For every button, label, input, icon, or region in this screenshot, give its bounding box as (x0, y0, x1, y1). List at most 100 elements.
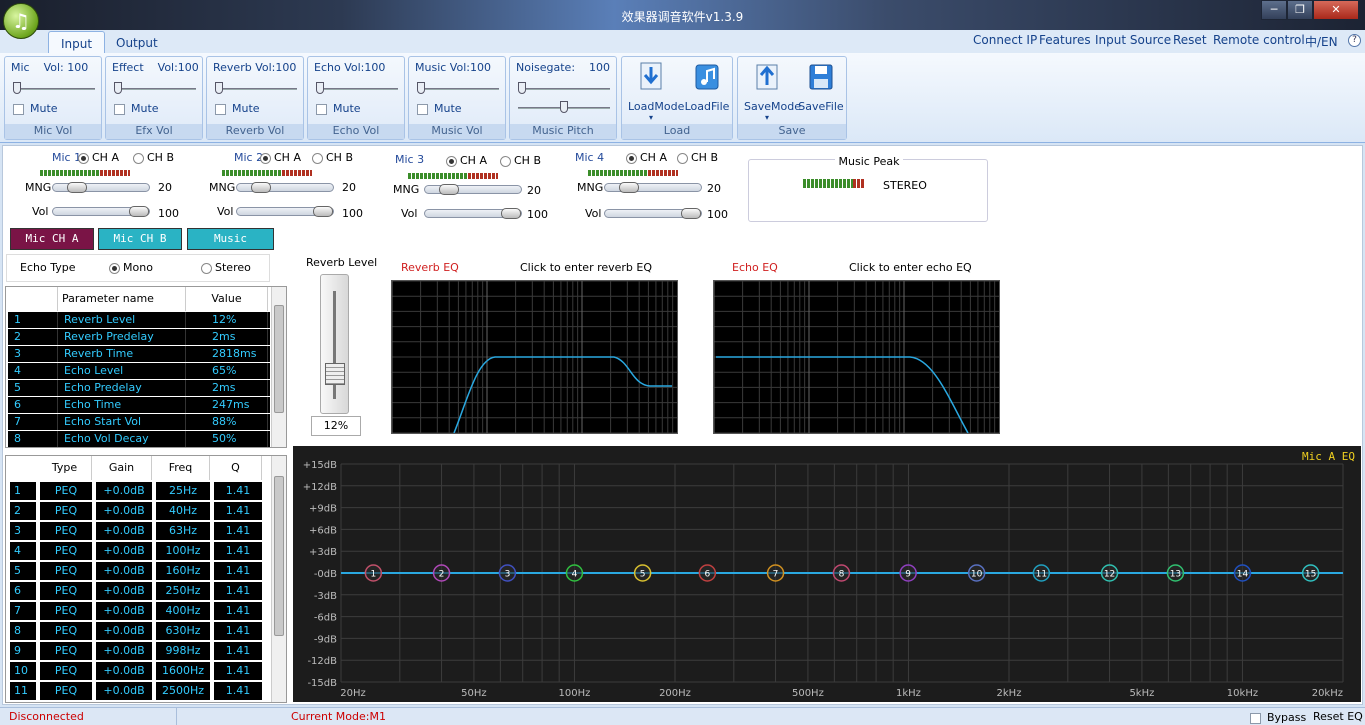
eq-band-handle[interactable]: 8 (832, 564, 851, 582)
mic1-vol-slider[interactable] (52, 206, 150, 217)
mic3-cha-radio[interactable]: CH A (446, 154, 487, 167)
eq-band-number: 15 (1305, 570, 1316, 580)
load-file-button[interactable]: LoadFile (684, 61, 730, 113)
music-mute-checkbox[interactable]: Mute (417, 102, 462, 115)
mic4-vol-slider[interactable] (604, 208, 702, 219)
eq-band-handle[interactable]: 6 (698, 564, 717, 582)
efx-mute-checkbox[interactable]: Mute (114, 102, 159, 115)
reset-link[interactable]: Reset (1173, 33, 1207, 47)
input-source-link[interactable]: Input Source (1095, 33, 1171, 47)
eq-band-handle[interactable]: 14 (1233, 564, 1252, 582)
reset-eq-button[interactable]: Reset EQ (1313, 710, 1363, 723)
param-row[interactable]: 4 Echo Level 65% (8, 363, 270, 379)
eq-band-handle[interactable]: 1 (364, 564, 383, 582)
eq-band-row[interactable]: 7 PEQ +0.0dB 400Hz 1.41 (8, 602, 264, 620)
param-row[interactable]: 5 Echo Predelay 2ms (8, 380, 270, 396)
mic4-strip: Mic 4 CH A CH B MNG 20 Vol 100 (524, 148, 744, 224)
eq-band-handle[interactable]: 15 (1301, 564, 1320, 582)
param-row[interactable]: 8 Echo Vol Decay 50% (8, 431, 270, 447)
eq-band-row[interactable]: 5 PEQ +0.0dB 160Hz 1.41 (8, 562, 264, 580)
mic2-mng-slider[interactable] (236, 182, 334, 193)
eq-band-type: PEQ (40, 622, 92, 640)
echo-eq-graph[interactable] (713, 280, 1000, 434)
noisegate-slider[interactable] (518, 82, 610, 94)
eq-band-row[interactable]: 11 PEQ +0.0dB 2500Hz 1.41 (8, 682, 264, 700)
eq-band-row[interactable]: 2 PEQ +0.0dB 40Hz 1.41 (8, 502, 264, 520)
eq-band-row[interactable]: 6 PEQ +0.0dB 250Hz 1.41 (8, 582, 264, 600)
minimize-button[interactable]: ─ (1261, 0, 1287, 20)
mic4-chb-radio[interactable]: CH B (677, 151, 718, 164)
echo-mute-checkbox[interactable]: Mute (316, 102, 361, 115)
language-toggle[interactable]: 中/EN (1305, 33, 1338, 50)
reverb-vol-slider[interactable] (215, 82, 297, 94)
eq-band-index: 3 (10, 522, 36, 540)
reverb-eq-graph[interactable] (391, 280, 678, 434)
noisegate-label: Noisegate: 100 (516, 61, 611, 74)
param-row[interactable]: 6 Echo Time 247ms (8, 397, 270, 413)
eq-band-row[interactable]: 4 PEQ +0.0dB 100Hz 1.41 (8, 542, 264, 560)
eq-band-row[interactable]: 8 PEQ +0.0dB 630Hz 1.41 (8, 622, 264, 640)
music-pitch-slider[interactable] (518, 101, 610, 113)
eq-band-handle[interactable]: 4 (565, 564, 584, 582)
mic2-vol-slider[interactable] (236, 206, 334, 217)
mic-ch-a-button[interactable]: Mic CH A (10, 228, 94, 250)
features-link[interactable]: Features (1039, 33, 1091, 47)
mic4-cha-radio[interactable]: CH A (626, 151, 667, 164)
eq-band-row[interactable]: 1 PEQ +0.0dB 25Hz 1.41 (8, 482, 264, 500)
param-index: 1 (8, 312, 58, 328)
echo-vol-slider[interactable] (316, 82, 398, 94)
param-row[interactable]: 1 Reverb Level 12% (8, 312, 270, 328)
eq-band-row[interactable]: 9 PEQ +0.0dB 998Hz 1.41 (8, 642, 264, 660)
eq-band-row[interactable]: 10 PEQ +0.0dB 1600Hz 1.41 (8, 662, 264, 680)
help-icon[interactable]: ? (1348, 34, 1361, 47)
eq-band-handle[interactable]: 10 (967, 564, 986, 582)
remote-control-link[interactable]: Remote control (1213, 33, 1305, 47)
param-row[interactable]: 7 Echo Start Vol 88% (8, 414, 270, 430)
maximize-button[interactable]: ❐ (1287, 0, 1313, 20)
eq-band-handle[interactable]: 11 (1032, 564, 1051, 582)
connect-ip-link[interactable]: Connect IP (973, 33, 1037, 47)
eq-table-scrollbar[interactable] (271, 456, 286, 702)
music-vol-slider[interactable] (417, 82, 499, 94)
eq-band-handle[interactable]: 7 (766, 564, 785, 582)
mic3-vol-slider[interactable] (424, 208, 522, 219)
mic-a-eq-graph[interactable]: +15dB +12dB +9dB +6dB +3dB -0dB -3dB -6dB -9dB -1… (293, 446, 1361, 702)
save-mode-button[interactable]: SaveMode ▾ (744, 61, 801, 122)
eq-band-type: PEQ (40, 482, 92, 500)
efx-vol-slider[interactable] (114, 82, 196, 94)
save-file-button[interactable]: SaveFile (798, 61, 844, 113)
reverb-level-slider[interactable] (320, 274, 349, 414)
eq-band-handle[interactable]: 2 (432, 564, 451, 582)
param-row[interactable]: 2 Reverb Predelay 2ms (8, 329, 270, 345)
mic4-mng-slider[interactable] (604, 182, 702, 193)
music-button[interactable]: Music (187, 228, 274, 250)
mic-ch-b-button[interactable]: Mic CH B (98, 228, 182, 250)
mic1-cha-radio[interactable]: CH A (78, 151, 119, 164)
mic3-mng-slider[interactable] (424, 184, 522, 195)
reverb-eq-hint[interactable]: Click to enter reverb EQ (520, 261, 652, 274)
eq-band-handle[interactable]: 5 (633, 564, 652, 582)
reverb-level-thumb[interactable] (325, 363, 345, 385)
close-button[interactable]: ✕ (1313, 0, 1359, 20)
bypass-checkbox[interactable]: Bypass (1250, 711, 1306, 724)
load-mode-button[interactable]: LoadMode ▾ (628, 61, 684, 122)
echo-stereo-radio[interactable]: Stereo (201, 261, 251, 274)
reverb-mute-checkbox[interactable]: Mute (215, 102, 260, 115)
mic1-chb-radio[interactable]: CH B (133, 151, 174, 164)
eq-band-handle[interactable]: 13 (1166, 564, 1185, 582)
echo-eq-hint[interactable]: Click to enter echo EQ (849, 261, 972, 274)
eq-band-handle[interactable]: 9 (899, 564, 917, 582)
mic-mute-checkbox[interactable]: Mute (13, 102, 58, 115)
tab-output[interactable]: Output (104, 31, 170, 54)
echo-mono-radio[interactable]: Mono (109, 261, 153, 274)
y-tick-label: -3dB (314, 591, 337, 602)
eq-band-handle[interactable]: 12 (1100, 564, 1119, 582)
mic2-cha-radio[interactable]: CH A (260, 151, 301, 164)
param-row[interactable]: 3 Reverb Time 2818ms (8, 346, 270, 362)
eq-band-handle[interactable]: 3 (498, 564, 517, 582)
param-table-scrollbar[interactable] (271, 287, 286, 447)
eq-band-row[interactable]: 3 PEQ +0.0dB 63Hz 1.41 (8, 522, 264, 540)
mic1-mng-slider[interactable] (52, 182, 150, 193)
tab-input[interactable]: Input (48, 31, 106, 54)
mic-vol-slider[interactable] (13, 82, 95, 94)
